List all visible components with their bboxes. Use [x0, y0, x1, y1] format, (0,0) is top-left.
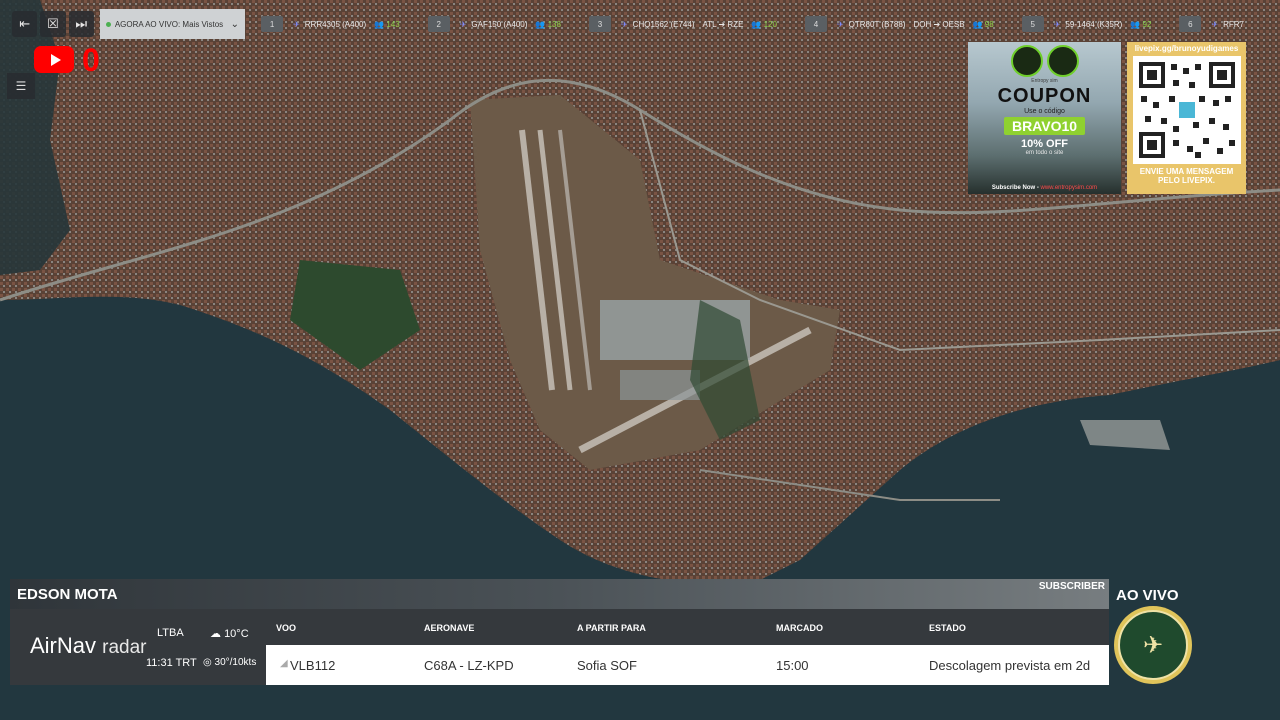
cell-aircraft: C68A - LZ-KPD	[424, 658, 514, 673]
flight-item[interactable]: 2 ✈ GAF150 (A400) 👥 138	[427, 14, 561, 34]
now-live-label: AGORA AO VIVO: Mais Vistos	[114, 19, 224, 29]
coupon-title: COUPON	[997, 85, 1092, 107]
coupon-ad: Entropy sim COUPON Use o código BRAVO10 …	[968, 42, 1121, 194]
flight-views: 143	[386, 19, 400, 29]
flight-rank: 5	[1021, 16, 1044, 32]
target-logo	[1046, 45, 1079, 77]
coupon-footer-label: Subscribe Now -	[991, 185, 1039, 191]
flight-rank: 4	[804, 16, 827, 32]
flight-rank: 1	[261, 16, 284, 32]
coupon-footer: Subscribe Now - www.entropysim.com	[968, 185, 1121, 191]
flight-panel: AirNav radar LTBA 11:31 TRT ☁ 10°C ◎ 30°…	[10, 609, 1109, 685]
aircraft-icon: ✈	[1053, 19, 1061, 29]
chevron-down-icon: ⌄	[230, 18, 240, 30]
cell-status: Descolagem prevista em 2d	[929, 658, 1091, 673]
airport-code: LTBA	[157, 627, 184, 639]
flight-callsign: RRR4305 (A400)	[304, 19, 367, 29]
flight-views: 92	[1142, 19, 1152, 29]
cell-route: Sofia SOF	[577, 658, 637, 673]
streamer-header: EDSON MOTA SUBSCRIBER	[10, 579, 1109, 609]
views-icon: 👥 92	[1130, 19, 1152, 29]
coupon-small: em todo o site	[1025, 150, 1064, 156]
cell-scheduled: 15:00	[776, 658, 809, 673]
livepix-ad: livepix.gg/brunoyudigames ENVIE UMA MENS…	[1127, 42, 1246, 194]
aircraft-icon: ✈	[293, 19, 300, 29]
flight-route: ATL ➔ RZE	[702, 19, 744, 29]
temperature-value: 10°C	[224, 628, 249, 640]
airplane-icon: ✈	[1118, 610, 1188, 680]
skip-next-icon[interactable]: ⏭	[68, 11, 94, 37]
top-flights-list: 1 ✈ RRR4305 (A400) 👥 143 2 ✈ GAF150 (A40…	[261, 14, 1280, 34]
airnav-logo: AirNav radar	[30, 633, 147, 659]
subscriber-label: SUBSCRIBER	[1038, 581, 1105, 592]
table-row[interactable]: ◢ VLB112 C68A - LZ-KPD Sofia SOF 15:00 D…	[266, 645, 1109, 685]
flight-callsign: 59-1464 (K35R)	[1065, 19, 1123, 29]
aircraft-icon: ✈	[459, 19, 467, 29]
now-live-dropdown[interactable]: AGORA AO VIVO: Mais Vistos ⌄	[99, 9, 246, 39]
collapse-left-icon[interactable]: ⇤	[12, 11, 38, 37]
header-scheduled: MARCADO	[776, 623, 823, 633]
coupon-code: BRAVO10	[1003, 117, 1086, 135]
livepix-url: livepix.gg/brunoyudigames	[1134, 44, 1239, 53]
livepix-message-line1: ENVIE UMA MENSAGEM	[1139, 167, 1234, 176]
aircraft-icon: ◢	[280, 658, 288, 669]
flight-info-bar: EDSON MOTA SUBSCRIBER AirNav radar LTBA …	[10, 579, 1109, 685]
youtube-count: 0	[82, 42, 100, 78]
channel-badge-logo: ✈	[1114, 606, 1192, 684]
cloud-icon: ☁	[210, 628, 221, 640]
flight-item[interactable]: 6 ✈ RFR7	[1179, 14, 1252, 34]
coupon-footer-link: www.entropysim.com	[1040, 185, 1098, 191]
wind: ◎ 30°/10kts	[203, 657, 256, 668]
top-toolbar: ⇤ ☒ ⏭ AGORA AO VIVO: Mais Vistos ⌄ 1 ✈ R…	[0, 9, 1280, 39]
local-time: 11:31 TRT	[146, 657, 197, 669]
cell-flight: VLB112	[290, 658, 336, 673]
list-icon[interactable]: ☰	[7, 73, 35, 99]
airnav-logo-main: AirNav	[30, 633, 97, 658]
views-icon: 👥 138	[535, 19, 561, 29]
airnav-logo-sub: radar	[102, 637, 147, 658]
live-label: AO VIVO	[1116, 587, 1179, 604]
coupon-discount: 10% OFF	[1020, 138, 1069, 150]
header-route: A PARTIR PARA	[577, 623, 646, 633]
flight-route: DOH ➔ OESB	[913, 19, 965, 29]
aircraft-icon: ✈	[620, 19, 628, 29]
flight-item[interactable]: 1 ✈ RRR4305 (A400) 👥 143	[261, 14, 400, 34]
livepix-message-line2: PELO LIVEPIX.	[1158, 176, 1215, 185]
coupon-brand: Entropy sim	[1031, 78, 1058, 84]
flight-views: 138	[547, 19, 561, 29]
header-flight: VOO	[276, 623, 297, 633]
flight-callsign: QTR80T (B788)	[848, 19, 906, 29]
flight-callsign: CHQ1562 (E744)	[632, 19, 695, 29]
header-status: ESTADO	[929, 623, 966, 633]
youtube-icon	[34, 46, 74, 73]
temperature: ☁ 10°C	[210, 627, 249, 640]
flight-rank: 3	[588, 16, 611, 32]
wind-value: 30°/10kts	[214, 657, 257, 668]
sponsor-logo	[1010, 45, 1043, 77]
streamer-name: EDSON MOTA	[17, 586, 118, 603]
aircraft-icon: ✈	[1211, 19, 1219, 29]
coupon-subtitle: Use o código	[1024, 108, 1065, 115]
views-icon: 👥 143	[374, 19, 400, 29]
flight-item[interactable]: 4 ✈ QTR80T (B788) DOH ➔ OESB 👥 98	[804, 14, 994, 34]
flight-item[interactable]: 3 ✈ CHQ1562 (E744) ATL ➔ RZE 👥 120	[588, 14, 777, 34]
livepix-message: ENVIE UMA MENSAGEM PELO LIVEPIX.	[1127, 167, 1246, 185]
views-icon: 👥 98	[972, 19, 994, 29]
header-aircraft: AERONAVE	[424, 623, 475, 633]
aircraft-icon: ✈	[836, 19, 844, 29]
flight-callsign: GAF150 (A400)	[471, 19, 528, 29]
wind-icon: ◎	[203, 657, 212, 668]
close-box-icon[interactable]: ☒	[40, 11, 66, 37]
live-dot-icon	[105, 21, 111, 27]
flight-views: 98	[984, 19, 994, 29]
flight-views: 120	[763, 19, 777, 29]
flight-rank: 2	[427, 16, 450, 32]
flight-callsign: RFR7	[1223, 19, 1244, 29]
flight-table: VOO AERONAVE A PARTIR PARA MARCADO ESTAD…	[266, 609, 1109, 685]
views-icon: 👥 120	[751, 19, 777, 29]
flight-item[interactable]: 5 ✈ 59-1464 (K35R) 👥 92	[1021, 14, 1152, 34]
qr-code-icon	[1132, 56, 1241, 164]
flight-rank: 6	[1179, 16, 1202, 32]
